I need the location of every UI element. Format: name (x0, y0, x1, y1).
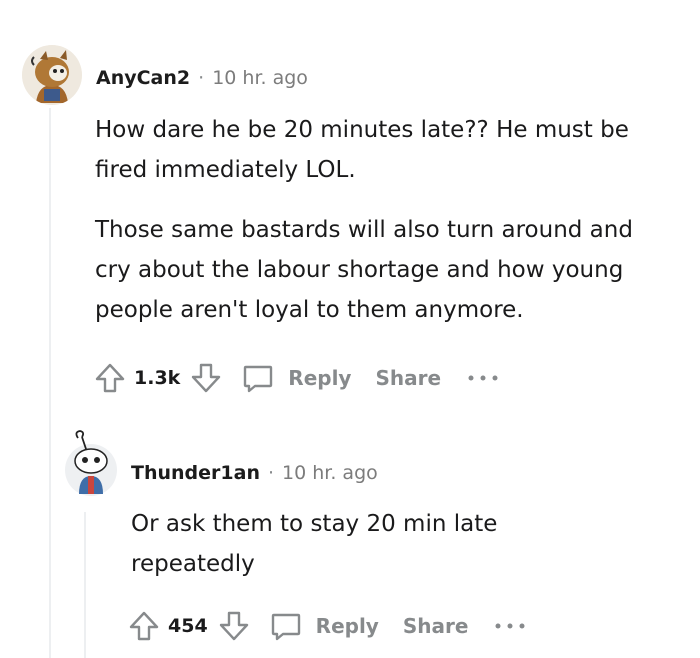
vote-count: 1.3k (134, 367, 181, 389)
upvote-arrow-icon[interactable] (126, 608, 162, 644)
comment-actions: 1.3k Reply Share (92, 358, 499, 398)
downvote-arrow-icon[interactable] (216, 608, 252, 644)
comment-timestamp[interactable]: 10 hr. ago (212, 67, 308, 89)
share-button[interactable]: Share (375, 366, 441, 390)
thread-line-nested[interactable] (84, 512, 86, 658)
avatar-image (65, 430, 117, 496)
reply-button[interactable]: Reply (240, 360, 351, 396)
share-button[interactable]: Share (403, 614, 469, 638)
reply-label: Reply (288, 366, 352, 390)
downvote-arrow-icon[interactable] (188, 360, 224, 396)
more-options-icon[interactable] (467, 373, 499, 383)
vote-count: 454 (168, 615, 208, 637)
comment-body: Or ask them to stay 20 min late repeated… (131, 504, 531, 584)
comment-author[interactable]: Thunder1an (131, 462, 260, 484)
reply-label: Reply (315, 614, 379, 638)
more-options-icon[interactable] (494, 621, 526, 631)
comment-paragraph: Or ask them to stay 20 min late repeated… (131, 511, 498, 577)
user-avatar[interactable] (22, 45, 82, 105)
speech-bubble-icon (268, 608, 304, 644)
meta-separator: · (267, 462, 275, 484)
meta-separator: · (198, 67, 205, 89)
comment-paragraph: Those same bastards will also turn aroun… (95, 217, 633, 323)
thread-line[interactable] (49, 108, 51, 658)
comment-actions: 454 Reply Share (126, 606, 526, 646)
user-avatar[interactable] (64, 428, 118, 496)
upvote-arrow-icon[interactable] (92, 360, 128, 396)
speech-bubble-icon (240, 360, 276, 396)
comment-body: How dare he be 20 minutes late?? He must… (95, 110, 655, 330)
comment-meta: AnyCan2 · 10 hr. ago (96, 66, 308, 90)
comment-meta: Thunder1an · 10 hr. ago (131, 461, 378, 485)
comment-timestamp[interactable]: 10 hr. ago (282, 462, 378, 484)
avatar-image (22, 45, 82, 105)
comment-paragraph: How dare he be 20 minutes late?? He must… (95, 117, 629, 183)
comment-author[interactable]: AnyCan2 (96, 67, 190, 89)
reply-button[interactable]: Reply (268, 608, 379, 644)
